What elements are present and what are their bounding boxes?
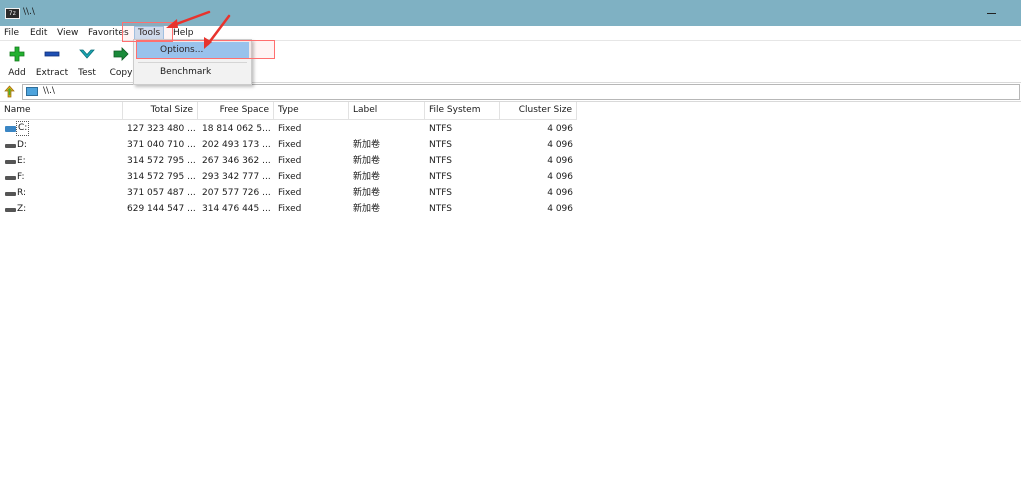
type-cell: Fixed	[278, 188, 302, 198]
file-system-cell: NTFS	[429, 124, 452, 134]
label-cell: 新加卷	[353, 204, 381, 214]
address-input[interactable]: \\.\	[22, 84, 1020, 100]
column-header-cluster-size[interactable]: Cluster Size	[500, 102, 577, 119]
drive-name: C:	[15, 121, 30, 136]
file-system-cell: NTFS	[429, 156, 452, 166]
label-cell: 新加卷	[353, 140, 381, 150]
column-header-free-space[interactable]: Free Space	[198, 102, 274, 119]
system-drive-icon	[5, 126, 16, 132]
type-cell: Fixed	[278, 204, 302, 214]
cluster-size-cell: 4 096	[547, 204, 573, 214]
column-header-label[interactable]: Label	[349, 102, 425, 119]
column-header-file-system[interactable]: File System	[425, 102, 500, 119]
window-title: \\.\	[23, 7, 35, 17]
type-cell: Fixed	[278, 172, 302, 182]
menu-edit[interactable]: Edit	[30, 27, 47, 39]
menu-separator	[138, 62, 247, 63]
drive-name: E:	[17, 156, 26, 166]
test-label: Test	[78, 68, 96, 78]
file-system-cell: NTFS	[429, 204, 452, 214]
total-size-cell: 629 144 547 ...	[127, 204, 196, 214]
extract-label: Extract	[35, 68, 69, 78]
drive-row[interactable]: Z: 629 144 547 ... 314 476 445 ... Fixed…	[0, 201, 577, 217]
address-path: \\.\	[43, 86, 55, 96]
total-size-cell: 127 323 480 ...	[127, 124, 196, 134]
extract-icon	[44, 51, 60, 57]
drive-name: D:	[17, 140, 27, 150]
cluster-size-cell: 4 096	[547, 188, 573, 198]
drive-icon	[5, 208, 16, 212]
drive-icon	[5, 160, 16, 164]
total-size-cell: 371 057 487 ...	[127, 188, 196, 198]
add-button[interactable]: Add	[0, 44, 34, 80]
drive-name: Z:	[17, 204, 27, 214]
address-bar: \\.\	[0, 82, 1021, 102]
label-cell	[349, 121, 425, 137]
menu-item-benchmark-label: Benchmark	[160, 67, 212, 77]
copy-icon	[113, 47, 129, 61]
file-system-cell: NTFS	[429, 140, 452, 150]
file-system-cell: NTFS	[429, 188, 452, 198]
free-space-cell: 18 814 062 5...	[202, 124, 271, 134]
drive-row[interactable]: E: 314 572 795 ... 267 346 362 ... Fixed…	[0, 153, 577, 169]
drive-list: Name Total Size Free Space Type Label Fi…	[0, 102, 1021, 503]
cluster-size-cell: 4 096	[547, 172, 573, 182]
column-headers: Name Total Size Free Space Type Label Fi…	[0, 102, 577, 120]
app-logo-icon: 7z	[5, 8, 20, 19]
drive-icon	[5, 144, 16, 148]
free-space-cell: 314 476 445 ...	[202, 204, 271, 214]
annotation-box-tools	[122, 22, 173, 42]
type-cell: Fixed	[278, 140, 302, 150]
menu-item-benchmark[interactable]: Benchmark	[136, 64, 249, 81]
column-header-type[interactable]: Type	[274, 102, 349, 119]
drive-name: R:	[17, 188, 27, 198]
drive-name: F:	[17, 172, 25, 182]
computer-icon	[26, 87, 38, 96]
label-cell: 新加卷	[353, 156, 381, 166]
type-cell: Fixed	[278, 124, 302, 134]
drive-row[interactable]: R: 371 057 487 ... 207 577 726 ... Fixed…	[0, 185, 577, 201]
add-label: Add	[8, 68, 26, 78]
test-icon	[79, 49, 95, 59]
cluster-size-cell: 4 096	[547, 156, 573, 166]
menu-help[interactable]: Help	[173, 27, 194, 39]
drive-row[interactable]: D: 371 040 710 ... 202 493 173 ... Fixed…	[0, 137, 577, 153]
label-cell: 新加卷	[353, 172, 381, 182]
test-button[interactable]: Test	[70, 44, 104, 80]
free-space-cell: 293 342 777 ...	[202, 172, 271, 182]
drive-icon	[5, 192, 16, 196]
column-header-name[interactable]: Name	[0, 102, 123, 119]
free-space-cell: 267 346 362 ...	[202, 156, 271, 166]
extract-button[interactable]: Extract	[35, 44, 69, 80]
label-cell: 新加卷	[353, 188, 381, 198]
drive-row[interactable]: F: 314 572 795 ... 293 342 777 ... Fixed…	[0, 169, 577, 185]
app-window: 7z \\.\ File Edit View Favorites Tools H…	[0, 0, 1021, 503]
free-space-cell: 207 577 726 ...	[202, 188, 271, 198]
folder-up-icon[interactable]	[3, 85, 16, 98]
cluster-size-cell: 4 096	[547, 140, 573, 150]
file-system-cell: NTFS	[429, 172, 452, 182]
column-header-total-size[interactable]: Total Size	[123, 102, 198, 119]
total-size-cell: 314 572 795 ...	[127, 156, 196, 166]
cluster-size-cell: 4 096	[547, 124, 573, 134]
annotation-box-options	[136, 40, 275, 59]
menu-view[interactable]: View	[57, 27, 78, 39]
add-icon	[9, 46, 25, 62]
total-size-cell: 371 040 710 ...	[127, 140, 196, 150]
drive-row[interactable]: C: 127 323 480 ... 18 814 062 5... Fixed…	[0, 121, 577, 137]
drive-icon	[5, 176, 16, 180]
menu-file[interactable]: File	[4, 27, 19, 39]
free-space-cell: 202 493 173 ...	[202, 140, 271, 150]
type-cell: Fixed	[278, 156, 302, 166]
total-size-cell: 314 572 795 ...	[127, 172, 196, 182]
minimize-button[interactable]	[976, 3, 1006, 23]
